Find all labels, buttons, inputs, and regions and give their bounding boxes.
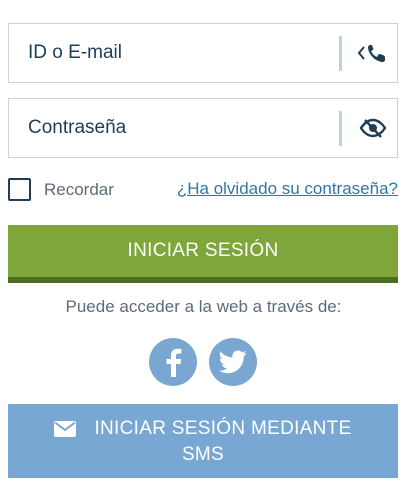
field-divider (339, 36, 342, 71)
id-email-field[interactable]: ID o E-mail (8, 23, 398, 83)
remember-label: Recordar (44, 179, 114, 199)
phone-switch-icon[interactable] (349, 24, 397, 82)
twitter-button[interactable] (209, 338, 257, 386)
facebook-icon (166, 348, 182, 377)
field-divider (339, 111, 342, 146)
social-access-text: Puede acceder a la web a través de: (65, 297, 342, 316)
checkbox-box[interactable] (8, 178, 31, 201)
id-email-placeholder: ID o E-mail (28, 42, 122, 63)
sms-label-line2: SMS (181, 444, 225, 465)
envelope-icon (54, 421, 77, 437)
eye-slash-icon[interactable] (349, 99, 397, 157)
sms-label-line1: INICIAR SESIÓN MEDIANTE (94, 418, 352, 439)
twitter-icon (219, 350, 247, 374)
sms-login-button[interactable]: INICIAR SESIÓN MEDIANTE SMS (8, 404, 398, 478)
password-placeholder: Contraseña (28, 117, 127, 138)
remember-me-checkbox[interactable]: Recordar (8, 178, 114, 201)
facebook-button[interactable] (149, 338, 197, 386)
forgot-password-link[interactable]: ¿Ha olvidado su contraseña? (177, 179, 398, 199)
login-button[interactable]: INICIAR SESIÓN (8, 225, 398, 283)
password-field[interactable]: Contraseña (8, 98, 398, 158)
